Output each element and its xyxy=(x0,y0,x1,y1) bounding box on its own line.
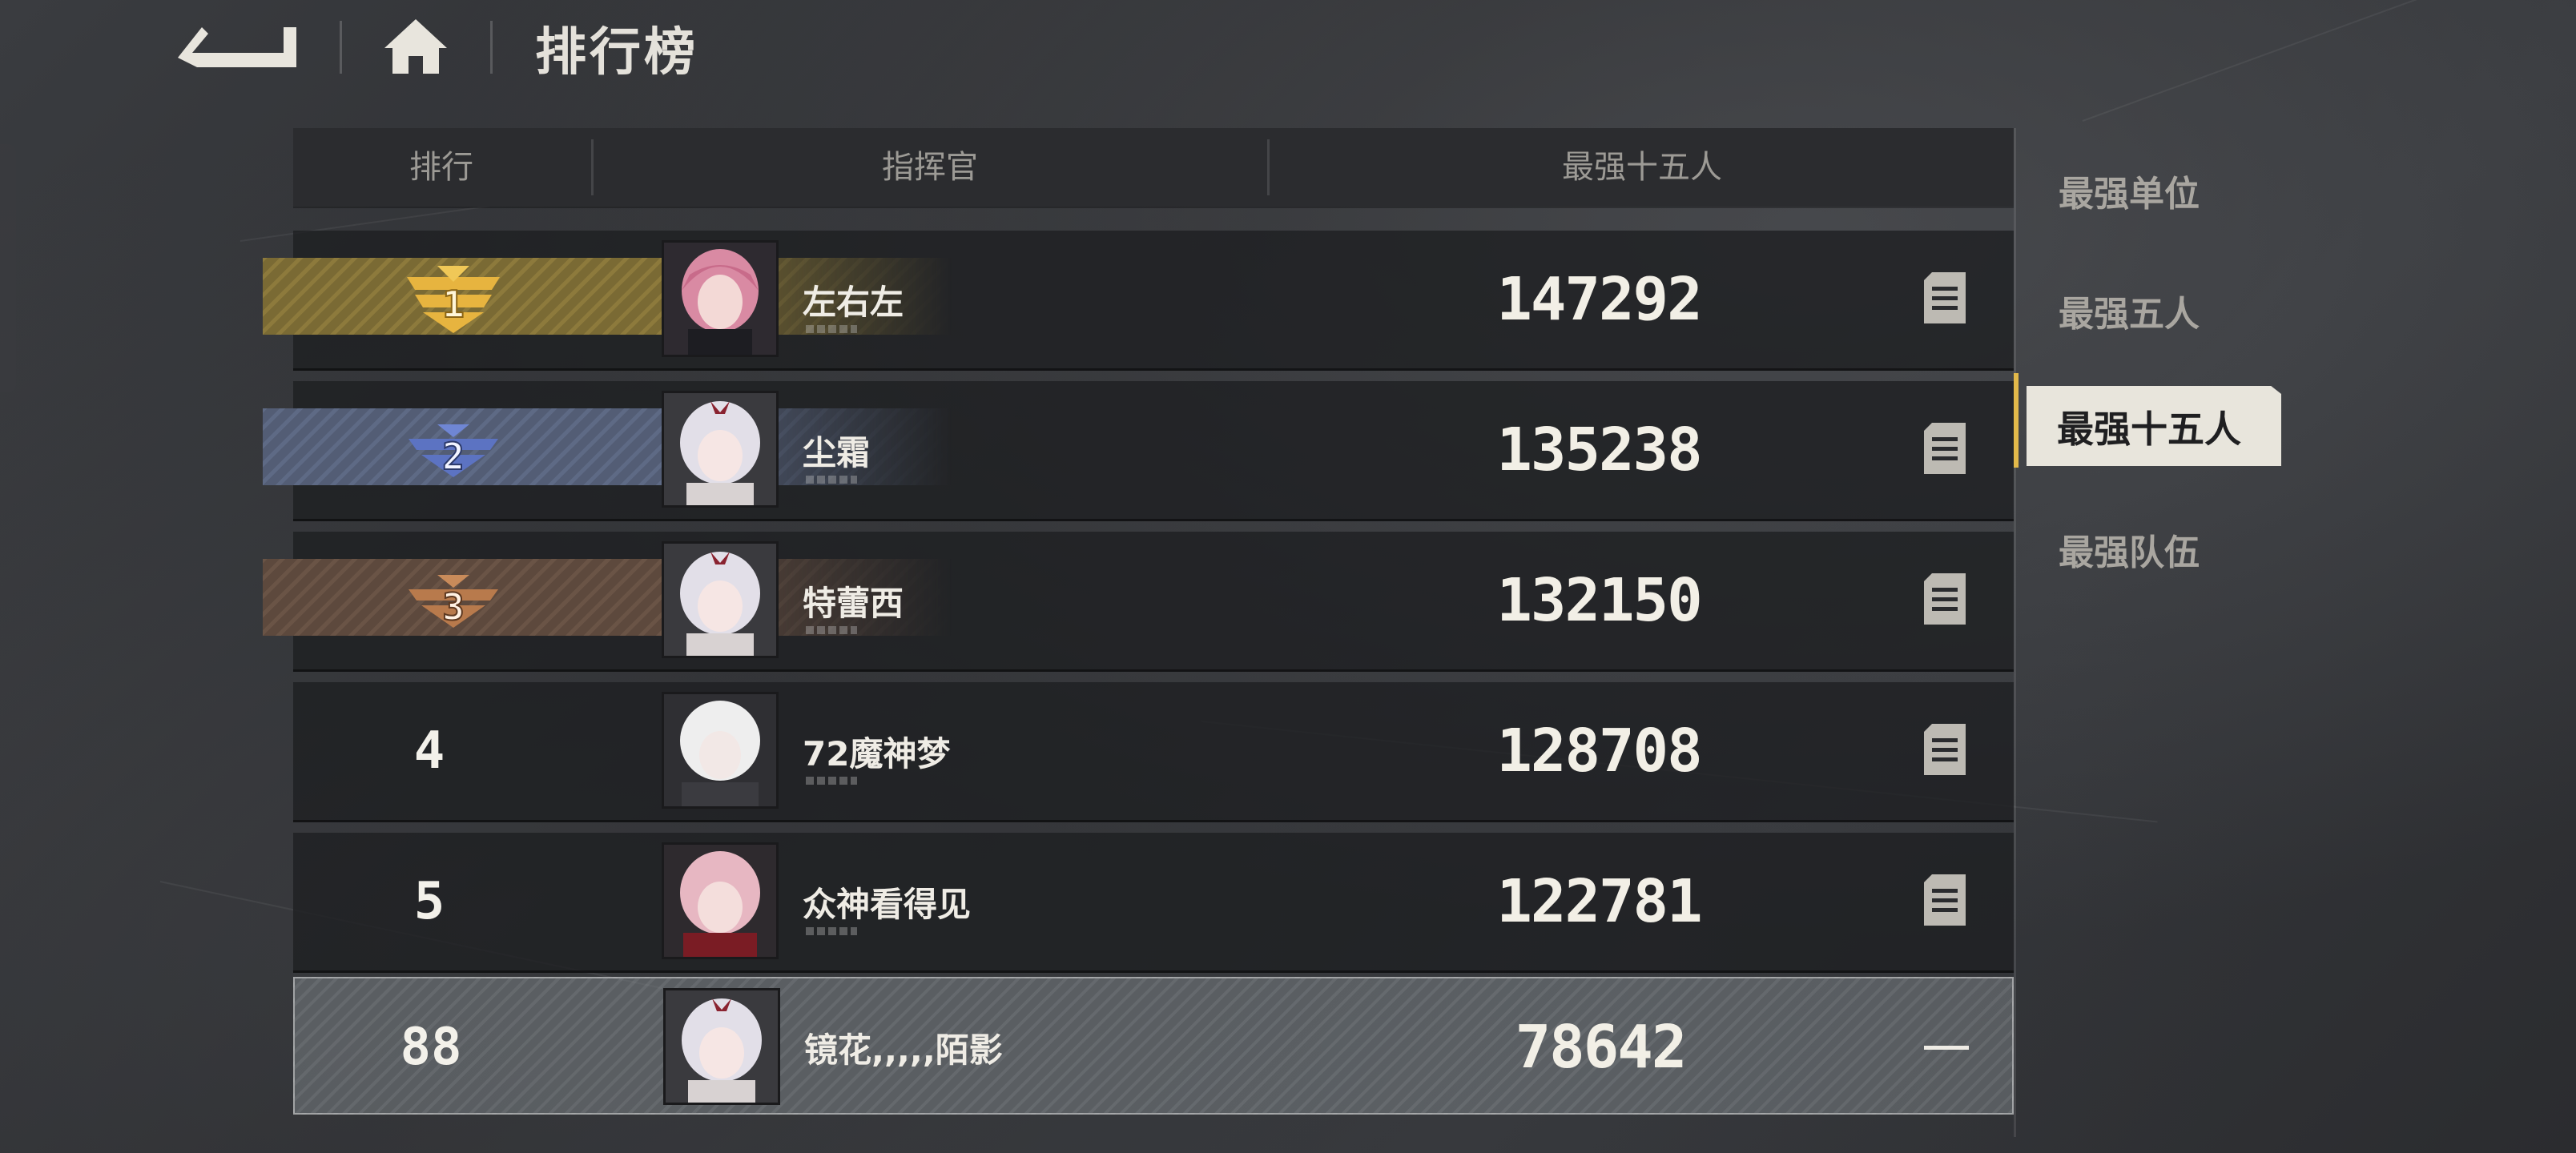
rank-number: 88 xyxy=(400,1018,462,1077)
svg-text:3: 3 xyxy=(442,585,465,629)
commander-name: 72魔神梦 xyxy=(803,734,951,773)
commander-name: 众神看得见 xyxy=(803,885,972,924)
score: 147292 xyxy=(1496,265,1702,334)
score: 122781 xyxy=(1496,867,1702,936)
divider xyxy=(490,21,493,74)
avatar[interactable] xyxy=(662,842,779,959)
avatar[interactable] xyxy=(662,692,779,809)
detail-icon[interactable] xyxy=(1924,724,1966,775)
menu-item-strongest-five[interactable]: 最强五人 xyxy=(2059,285,2200,336)
rank-3-emblem-icon: 3 xyxy=(389,562,517,637)
detail-icon[interactable] xyxy=(1924,874,1966,926)
table-header: 排行 指挥官 最强十五人 xyxy=(293,128,2014,207)
active-indicator xyxy=(2014,373,2019,468)
name-subtag xyxy=(806,476,857,484)
avatar[interactable] xyxy=(663,988,780,1105)
name-subtag xyxy=(806,325,857,333)
menu-item-strongest-unit[interactable]: 最强单位 xyxy=(2059,165,2200,216)
menu-item-strongest-fifteen[interactable]: 最强十五人 xyxy=(2014,373,2284,468)
table-row[interactable]: 5 众神看得见 122781 xyxy=(293,833,2014,973)
svg-text:2: 2 xyxy=(442,435,465,478)
menu-item-strongest-team[interactable]: 最强队伍 xyxy=(2059,524,2200,575)
divider xyxy=(340,21,342,74)
side-handle[interactable] xyxy=(0,144,16,392)
page-title: 排行榜 xyxy=(535,23,698,82)
commander-name: 尘霜 xyxy=(803,433,871,472)
detail-icon[interactable] xyxy=(1924,272,1966,323)
table-row[interactable]: 2 尘霜 135238 xyxy=(263,381,2014,521)
commander-name: 镜花,,,,,陌影 xyxy=(804,1030,1003,1070)
svg-text:1: 1 xyxy=(442,283,465,326)
commander-name: 特蕾西 xyxy=(803,584,904,623)
rank-number: 5 xyxy=(413,872,445,931)
rank-number: 4 xyxy=(413,721,445,781)
score: 128708 xyxy=(1496,717,1702,785)
score: 132150 xyxy=(1496,566,1702,635)
detail-icon[interactable] xyxy=(1924,423,1966,474)
column-score: 最强十五人 xyxy=(1562,149,1722,186)
dash-icon xyxy=(1924,1046,1969,1050)
name-subtag xyxy=(806,777,857,785)
score: 135238 xyxy=(1496,416,1702,484)
table-row[interactable]: 3 特蕾西 132150 xyxy=(263,532,2014,672)
avatar[interactable] xyxy=(662,391,779,508)
column-rank: 排行 xyxy=(409,149,473,186)
avatar[interactable] xyxy=(662,240,779,357)
divider xyxy=(2014,128,2016,1137)
commander-name: 左右左 xyxy=(803,283,904,322)
name-subtag xyxy=(806,927,857,935)
name-subtag xyxy=(806,626,857,634)
table-row[interactable]: 4 72魔神梦 128708 xyxy=(293,682,2014,822)
top-bar: 排行榜 xyxy=(0,0,2576,96)
rank-1-emblem-icon: 1 xyxy=(389,261,517,336)
home-icon[interactable] xyxy=(381,14,450,78)
detail-icon[interactable] xyxy=(1924,573,1966,625)
score: 78642 xyxy=(1515,1013,1688,1082)
avatar[interactable] xyxy=(662,541,779,658)
self-rank-row[interactable]: 88 镜花,,,,,陌影 78642 xyxy=(293,977,2014,1115)
menu-item-label: 最强十五人 xyxy=(2057,408,2241,451)
table-row[interactable]: 1 左右左 147292 xyxy=(263,231,2014,371)
rank-2-emblem-icon: 2 xyxy=(389,412,517,487)
back-arrow-icon[interactable] xyxy=(168,18,301,74)
column-commander: 指挥官 xyxy=(882,149,978,186)
